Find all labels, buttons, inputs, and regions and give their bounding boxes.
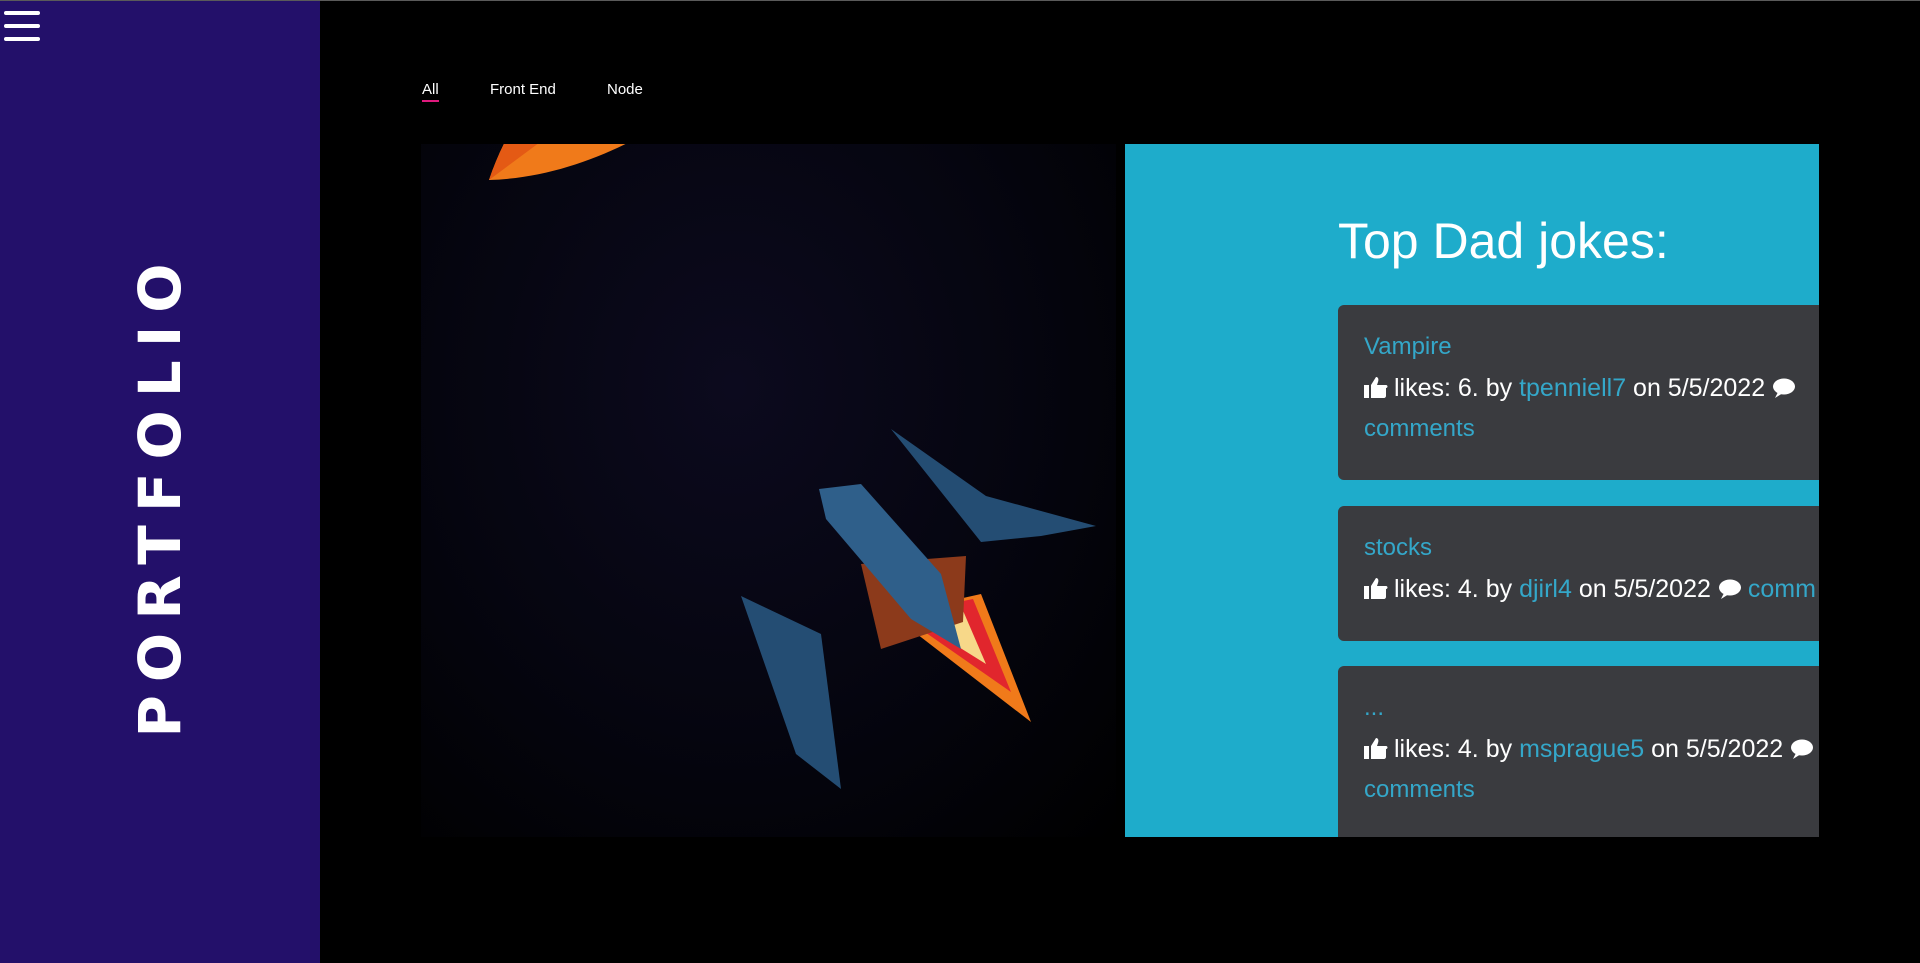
speech-bubble-icon — [1773, 378, 1796, 398]
joke-meta: likes: 4. by msprague5 on 5/5/2022 — [1364, 734, 1819, 764]
comments-link: comm — [1747, 575, 1816, 603]
date-text: on 5/5/2022 — [1578, 575, 1711, 603]
joke-card: Vampire likes: 6. by tpenniell7 on 5/5/2… — [1338, 305, 1819, 480]
thumbs-up-icon — [1364, 738, 1388, 759]
portfolio-title: PORTFOLIO — [126, 250, 194, 738]
likes-text: likes: 4. by — [1394, 735, 1513, 763]
joke-title: Vampire — [1364, 333, 1452, 360]
project-card-dad-jokes[interactable]: Top Dad jokes: Vampire likes: 6. by tpen… — [1125, 144, 1819, 837]
comments-link: comments — [1364, 776, 1475, 803]
hamburger-menu-icon[interactable] — [4, 9, 40, 43]
joke-card: stocks likes: 4. by djirl4 on 5/5/2022 c… — [1338, 506, 1819, 641]
joke-title: ... — [1364, 694, 1385, 721]
joke-card: ... likes: 4. by msprague5 on 5/5/2022 c… — [1338, 666, 1819, 837]
rocket-body — [489, 144, 907, 180]
likes-text: likes: 4. by — [1394, 575, 1513, 603]
rocket-fin-left — [741, 596, 841, 789]
sidebar: PORTFOLIO — [0, 1, 320, 963]
author-link: djirl4 — [1519, 575, 1572, 603]
speech-bubble-icon — [1791, 739, 1814, 759]
joke-meta: likes: 4. by djirl4 on 5/5/2022 comm — [1364, 574, 1819, 604]
joke-title: stocks — [1364, 534, 1433, 561]
joke-meta: likes: 6. by tpenniell7 on 5/5/2022 — [1364, 373, 1819, 403]
speech-bubble-icon — [1718, 579, 1741, 599]
dad-jokes-heading: Top Dad jokes: — [1338, 213, 1669, 269]
likes-text: likes: 6. by — [1394, 374, 1513, 402]
comments-link: comments — [1364, 415, 1475, 442]
author-link: msprague5 — [1519, 735, 1645, 763]
rocket-illustration — [489, 144, 1096, 789]
project-card-rocket[interactable] — [421, 144, 1116, 837]
thumbs-up-icon — [1364, 578, 1388, 599]
thumbs-up-icon — [1364, 377, 1388, 398]
date-text: on 5/5/2022 — [1633, 374, 1766, 402]
date-text: on 5/5/2022 — [1651, 735, 1784, 763]
filter-tab-node[interactable]: Node — [607, 81, 643, 98]
filter-tab-front-end[interactable]: Front End — [490, 81, 556, 98]
rocket-fin-right — [891, 429, 1096, 542]
filter-tab-all[interactable]: All — [422, 81, 439, 102]
author-link: tpenniell7 — [1519, 374, 1627, 402]
